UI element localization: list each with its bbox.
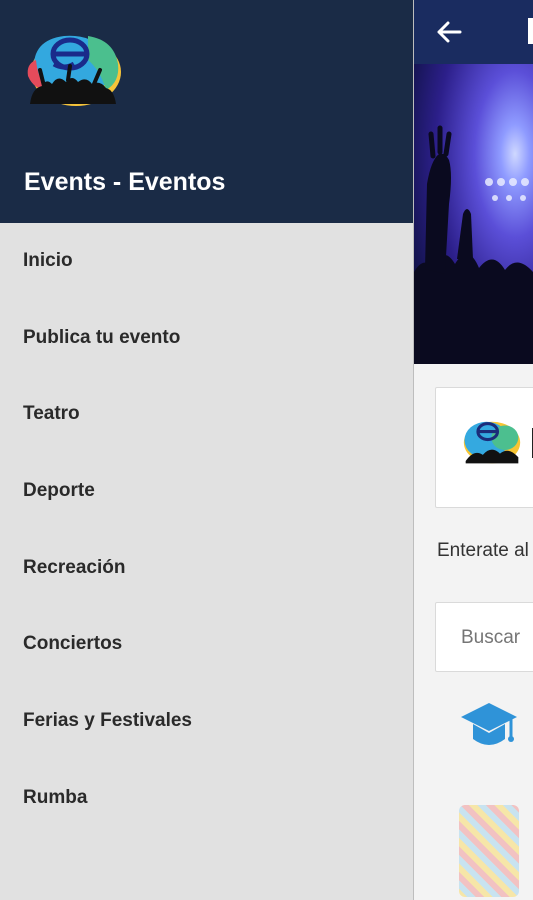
app-bar bbox=[413, 0, 533, 64]
drawer-edge bbox=[413, 0, 414, 900]
brand-card bbox=[435, 387, 533, 508]
menu-item-inicio[interactable]: Inicio bbox=[0, 223, 413, 299]
main-screen: Enterate al bbox=[413, 0, 533, 900]
menu-item-conciertos[interactable]: Conciertos bbox=[0, 606, 413, 682]
menu-item-rumba[interactable]: Rumba bbox=[0, 760, 413, 836]
app-bar-title bbox=[528, 18, 533, 44]
search-box[interactable] bbox=[435, 602, 533, 672]
back-button[interactable] bbox=[431, 14, 467, 50]
arrow-left-icon bbox=[437, 21, 462, 43]
hero-image bbox=[413, 64, 533, 364]
menu-item-publica[interactable]: Publica tu evento bbox=[0, 300, 413, 376]
menu-item-deporte[interactable]: Deporte bbox=[0, 453, 413, 529]
drawer-title: Events - Eventos bbox=[24, 168, 226, 196]
main-subtitle: Enterate al bbox=[437, 540, 529, 561]
navigation-drawer: Events - Eventos Inicio Publica tu event… bbox=[0, 0, 413, 900]
category-card[interactable] bbox=[459, 697, 519, 758]
menu-item-recreacion[interactable]: Recreación bbox=[0, 530, 413, 606]
event-thumbnail[interactable] bbox=[459, 805, 519, 897]
graduation-cap-icon bbox=[461, 703, 517, 745]
events-logo bbox=[27, 35, 121, 106]
drawer-header: Events - Eventos bbox=[0, 0, 413, 223]
menu-item-ferias[interactable]: Ferias y Festivales bbox=[0, 683, 413, 759]
events-logo-small bbox=[463, 421, 521, 464]
search-input[interactable] bbox=[461, 627, 533, 649]
menu-item-teatro[interactable]: Teatro bbox=[0, 376, 413, 452]
